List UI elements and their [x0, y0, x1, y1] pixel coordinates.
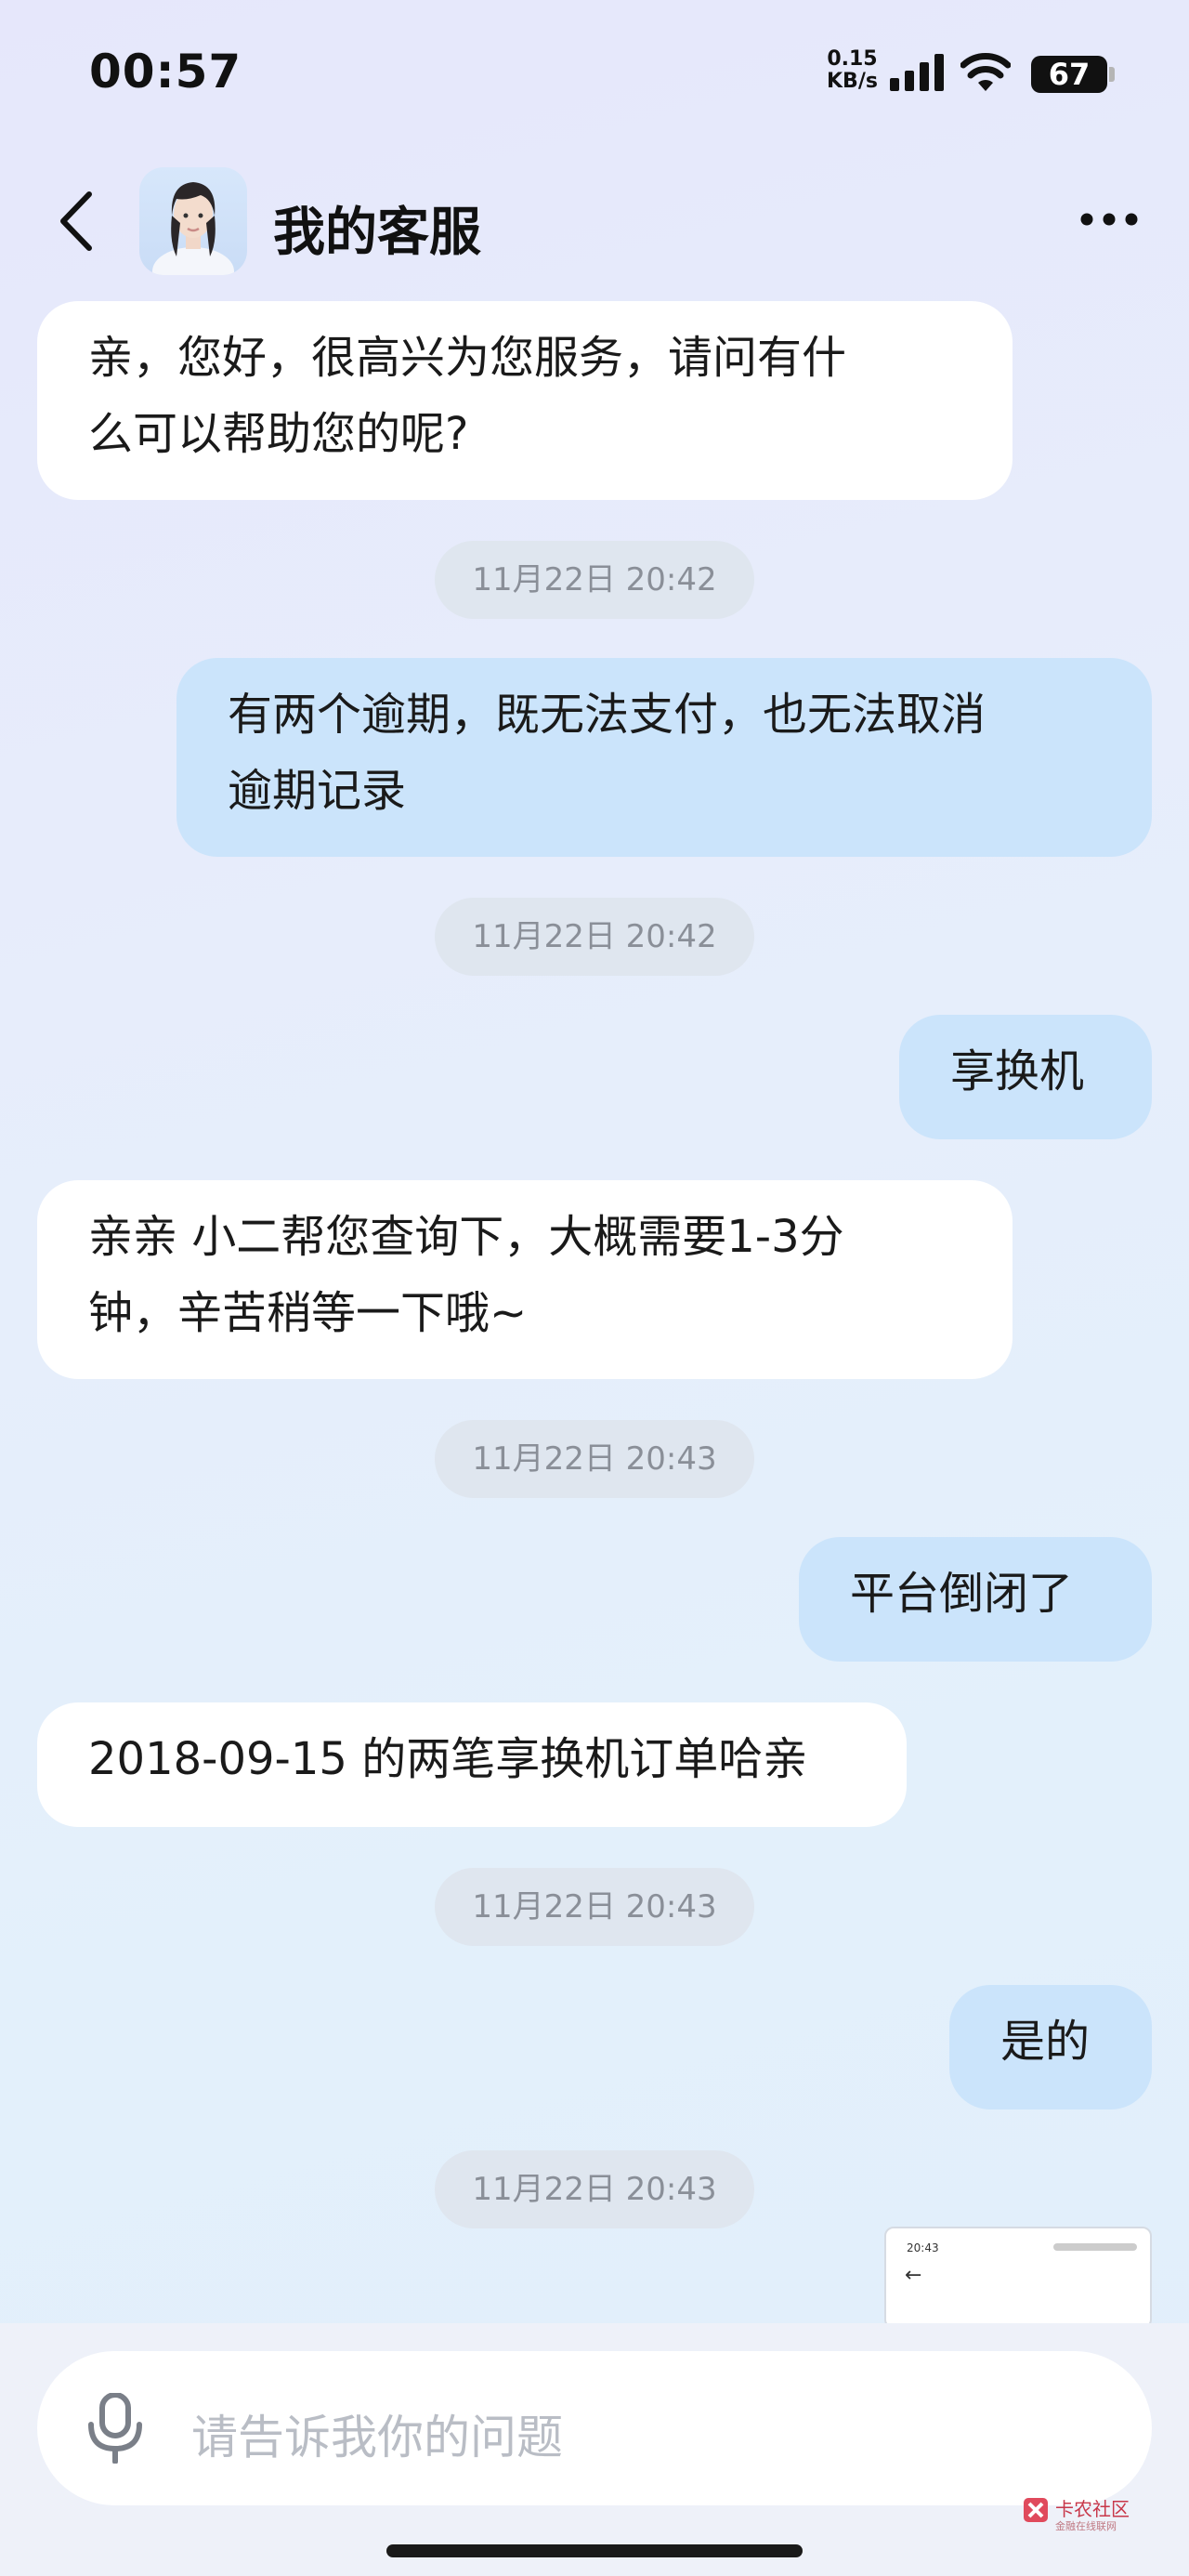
user-message-bubble[interactable]: 平台倒闭了	[799, 1537, 1152, 1662]
network-speed: 0.15 KB/s	[827, 48, 878, 93]
status-bar: 00:57 0.15 KB/s 67	[0, 0, 1189, 139]
message-timestamp: 11月22日 20:43	[435, 2150, 754, 2228]
thumbnail-back-icon: ←	[905, 2264, 922, 2287]
avatar-portrait-icon	[152, 182, 234, 275]
agent-avatar[interactable]	[139, 167, 247, 275]
network-speed-value: 0.15	[827, 47, 878, 71]
message-input-placeholder[interactable]: 请告诉我你的问题	[191, 2400, 563, 2467]
message-timestamp: 11月22日 20:42	[435, 541, 754, 619]
message-line: 享换机	[950, 1045, 1085, 1097]
network-speed-unit: KB/s	[827, 70, 878, 93]
more-options-icon[interactable]	[1079, 212, 1139, 227]
status-time: 00:57	[89, 45, 242, 99]
message-timestamp: 11月22日 20:42	[435, 898, 754, 976]
agent-message-bubble[interactable]: 亲亲 小二帮您查询下，大概需要1-3分 钟，辛苦稍等一下哦~	[37, 1180, 1013, 1379]
microphone-icon[interactable]	[85, 2393, 145, 2464]
agent-message-bubble[interactable]: 2018-09-15 的两笔享换机订单哈亲	[37, 1702, 907, 1827]
user-message-bubble[interactable]: 是的	[949, 1985, 1152, 2109]
message-line: 2018-09-15 的两笔享换机订单哈亲	[88, 1733, 808, 1785]
message-line: 钟，辛苦稍等一下哦~	[88, 1287, 528, 1339]
user-message-bubble[interactable]: 享换机	[899, 1015, 1152, 1139]
watermark-title: 卡农社区	[1055, 2498, 1130, 2520]
user-message-bubble[interactable]: 有两个逾期，既无法支付，也无法取消 逾期记录	[176, 658, 1152, 857]
message-line: 么可以帮助您的呢?	[88, 408, 469, 460]
message-line: 亲亲 小二帮您查询下，大概需要1-3分	[88, 1211, 844, 1263]
message-line: 逾期记录	[228, 765, 407, 817]
agent-message-bubble[interactable]: 亲，您好，很高兴为您服务，请问有什 么可以帮助您的呢?	[37, 301, 1013, 500]
image-message-thumbnail[interactable]: 20:43 ←	[884, 2227, 1152, 2329]
message-line: 有两个逾期，既无法支付，也无法取消	[228, 689, 986, 741]
thumbnail-status-icons	[1053, 2243, 1137, 2251]
chat-title: 我的客服	[273, 203, 481, 263]
message-line: 是的	[1000, 2016, 1091, 2068]
home-indicator[interactable]	[386, 2544, 803, 2557]
back-icon[interactable]	[58, 191, 95, 252]
message-line: 平台倒闭了	[850, 1568, 1074, 1620]
thumbnail-time: 20:43	[907, 2241, 939, 2254]
watermark-logo-icon	[1024, 2498, 1048, 2522]
message-timestamp: 11月22日 20:43	[435, 1420, 754, 1498]
message-line: 亲，您好，很高兴为您服务，请问有什	[88, 332, 847, 384]
message-timestamp: 11月22日 20:43	[435, 1868, 754, 1946]
watermark-subtitle: 金融在线联网	[1055, 2520, 1117, 2532]
battery-tip	[1109, 67, 1115, 82]
battery-level: 67	[1031, 56, 1107, 93]
wifi-icon	[960, 53, 1011, 91]
signal-icon	[890, 54, 944, 91]
